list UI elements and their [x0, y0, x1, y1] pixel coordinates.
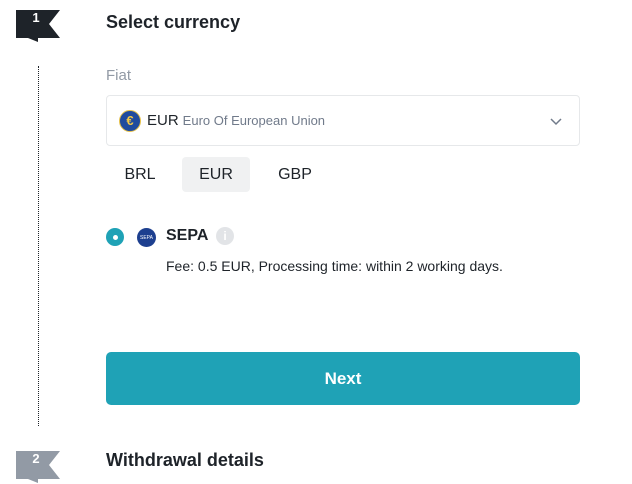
- sepa-logo-icon: SEPA: [137, 228, 156, 247]
- euro-coin-icon: €: [119, 109, 141, 132]
- selected-currency-name: Euro Of European Union: [182, 113, 326, 128]
- fiat-label: Fiat: [106, 67, 132, 84]
- radio-selected-dot: [112, 234, 118, 240]
- chevron-down-icon: [550, 118, 562, 126]
- step-1-title: Select currency: [106, 12, 241, 32]
- selected-currency-code: EUR: [147, 112, 179, 129]
- fee-processing-text: Fee: 0.5 EUR, Processing time: within 2 …: [166, 258, 503, 274]
- step-2-title: Withdrawal details: [106, 450, 264, 470]
- step-2-number: 2: [32, 451, 40, 466]
- step-1-badge: 1: [16, 8, 64, 42]
- info-icon[interactable]: i: [216, 227, 234, 245]
- step-2-badge: 2: [16, 449, 64, 483]
- next-button[interactable]: Next: [106, 352, 580, 405]
- step-connector-line: [38, 66, 39, 426]
- currency-chip-gbp[interactable]: GBP: [264, 157, 326, 192]
- currency-select-dropdown[interactable]: € EUR Euro Of European Union: [106, 95, 580, 146]
- currency-chip-brl[interactable]: BRL: [110, 157, 170, 192]
- payment-method-name: SEPA: [166, 227, 209, 244]
- step-1-number: 1: [32, 10, 40, 25]
- sepa-radio-button[interactable]: [106, 228, 124, 246]
- currency-chip-eur[interactable]: EUR: [182, 157, 250, 192]
